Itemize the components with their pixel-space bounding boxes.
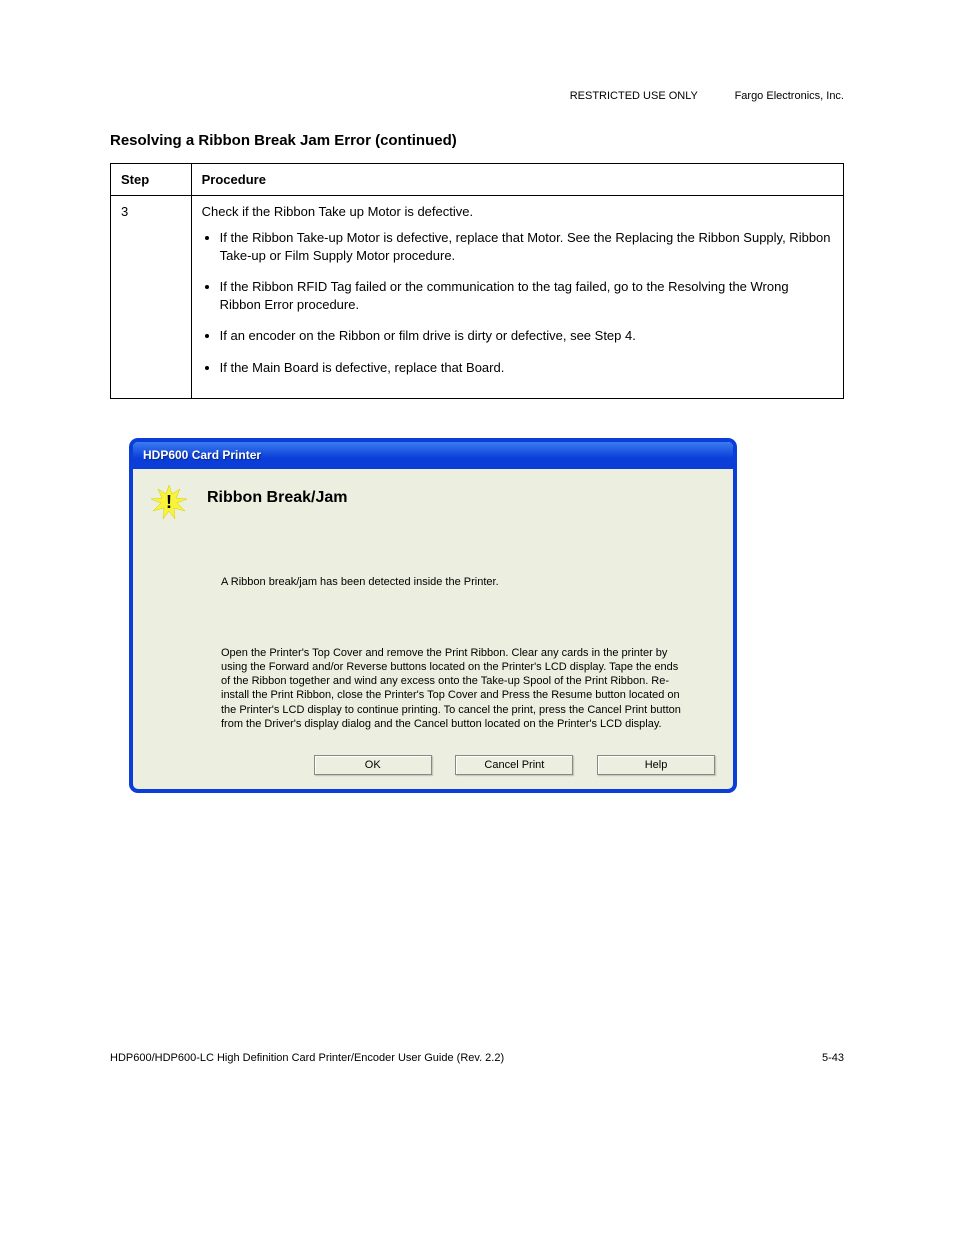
footer-right: 5-43: [822, 1052, 844, 1064]
procedure-table: Step Procedure 3 Check if the Ribbon Tak…: [110, 163, 844, 399]
help-button[interactable]: Help: [597, 755, 715, 775]
ok-button[interactable]: OK: [314, 755, 432, 775]
dialog-button-row: OK Cancel Print Help: [151, 751, 715, 775]
list-item: If the Ribbon RFID Tag failed or the com…: [220, 278, 833, 313]
document-header: RESTRICTED USE ONLY Fargo Electronics, I…: [110, 90, 844, 102]
error-dialog: HDP600 Card Printer ! Ribbon Break/Jam A…: [130, 439, 736, 792]
section-title: Resolving a Ribbon Break Jam Error (cont…: [110, 132, 844, 149]
table-row: 3 Check if the Ribbon Take up Motor is d…: [111, 196, 844, 399]
procedure-cell: Check if the Ribbon Take up Motor is def…: [191, 196, 843, 399]
footer-left: HDP600/HDP600-LC High Definition Card Pr…: [110, 1052, 504, 1064]
col-procedure-header: Procedure: [191, 164, 843, 196]
col-step-header: Step: [111, 164, 192, 196]
dialog-summary: A Ribbon break/jam has been detected ins…: [221, 575, 715, 589]
step-number: 3: [111, 196, 192, 399]
list-item: If the Ribbon Take-up Motor is defective…: [220, 229, 833, 264]
header-restricted: RESTRICTED USE ONLY: [570, 90, 698, 102]
list-item: If an encoder on the Ribbon or film driv…: [220, 327, 833, 345]
page-footer: HDP600/HDP600-LC High Definition Card Pr…: [110, 1052, 844, 1064]
dialog-screenshot: HDP600 Card Printer ! Ribbon Break/Jam A…: [130, 439, 844, 792]
dialog-instructions: Open the Printer's Top Cover and remove …: [221, 646, 681, 732]
procedure-intro: Check if the Ribbon Take up Motor is def…: [202, 204, 833, 219]
dialog-heading: Ribbon Break/Jam: [207, 489, 347, 507]
procedure-list: If the Ribbon Take-up Motor is defective…: [220, 229, 833, 376]
warning-icon: !: [151, 485, 187, 521]
warning-exclaim: !: [166, 492, 172, 513]
dialog-titlebar[interactable]: HDP600 Card Printer: [133, 442, 733, 469]
cancel-print-button[interactable]: Cancel Print: [455, 755, 573, 775]
list-item: If the Main Board is defective, replace …: [220, 359, 833, 377]
header-company: Fargo Electronics, Inc.: [735, 90, 844, 102]
